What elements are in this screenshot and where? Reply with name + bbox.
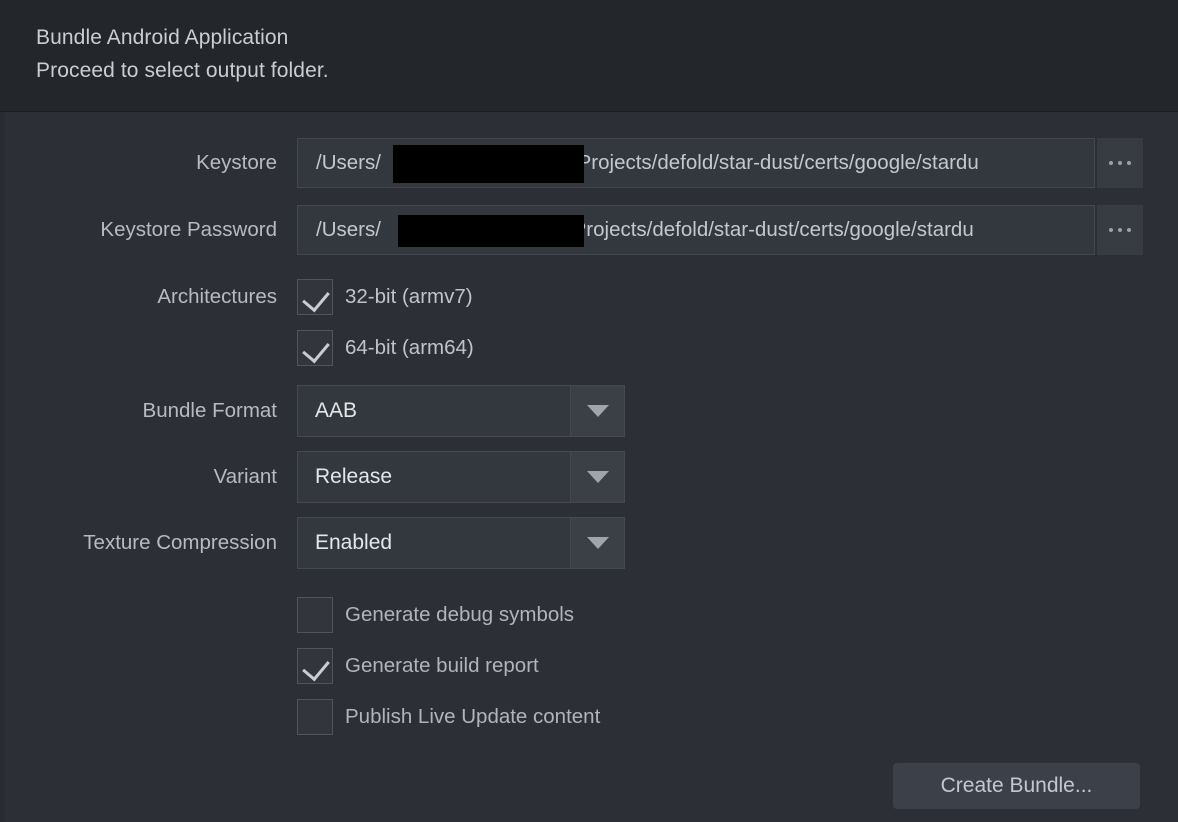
- keystore-value-suffix: /Projects/defold/star-dust/certs/google/…: [571, 150, 979, 174]
- checkbox-generate-build-report-label: Generate build report: [345, 654, 539, 677]
- keystore-password-label: Keystore Password: [100, 218, 277, 241]
- texture-compression-select[interactable]: Enabled: [297, 517, 625, 569]
- variant-value: Release: [315, 465, 393, 488]
- keystore-password-value-prefix: /Users/: [316, 217, 381, 241]
- variant-label: Variant: [213, 465, 277, 488]
- checkbox-generate-build-report[interactable]: Generate build report: [297, 648, 539, 684]
- variant-row: Variant Release: [0, 451, 1178, 503]
- ellipsis-dot-icon: [1109, 161, 1113, 165]
- checkbox-armv7-box[interactable]: [297, 279, 333, 315]
- dialog-header: Bundle Android Application Proceed to se…: [0, 0, 1178, 112]
- dialog-subtitle: Proceed to select output folder.: [36, 59, 329, 82]
- keystore-field-group: /Users/ /Projects/defold/star-dust/certs…: [297, 138, 1143, 188]
- checkbox-generate-debug-symbols-box[interactable]: [297, 597, 333, 633]
- texture-compression-chevron[interactable]: [570, 518, 624, 568]
- checkbox-publish-live-update-label: Publish Live Update content: [345, 705, 601, 728]
- checkbox-arm64-box[interactable]: [297, 330, 333, 366]
- dialog-title: Bundle Android Application: [36, 26, 289, 49]
- ellipsis-dot-icon: [1127, 228, 1131, 232]
- keystore-password-redaction-bar: [398, 215, 584, 247]
- ellipsis-dot-icon: [1109, 228, 1113, 232]
- keystore-browse-button[interactable]: [1097, 138, 1143, 188]
- checkbox-publish-live-update-box[interactable]: [297, 699, 333, 735]
- checkbox-armv7[interactable]: 32-bit (armv7): [297, 279, 473, 315]
- bundle-format-select[interactable]: AAB: [297, 385, 625, 437]
- chevron-down-icon: [586, 471, 609, 483]
- bundle-format-control: AAB: [297, 385, 625, 437]
- texture-compression-control: Enabled: [297, 517, 625, 569]
- keystore-password-input[interactable]: /Users/ /Projects/defold/star-dust/certs…: [297, 205, 1095, 255]
- texture-compression-row: Texture Compression Enabled: [0, 517, 1178, 569]
- keystore-label: Keystore: [196, 151, 277, 174]
- keystore-row: Keystore /Users/ /Projects/defold/star-d…: [0, 138, 1178, 188]
- architectures-row-arm64: 64-bit (arm64): [0, 330, 1178, 366]
- checkbox-arm64-label: 64-bit (arm64): [345, 336, 474, 359]
- ellipsis-dot-icon: [1118, 161, 1122, 165]
- variant-chevron[interactable]: [570, 452, 624, 502]
- bundle-format-label: Bundle Format: [142, 399, 277, 422]
- texture-compression-value: Enabled: [315, 531, 393, 554]
- keystore-control: /Users/ /Projects/defold/star-dust/certs…: [297, 138, 1143, 188]
- dialog-form: Keystore /Users/ /Projects/defold/star-d…: [0, 113, 1178, 822]
- bundle-format-value: AAB: [315, 399, 358, 422]
- architectures-label: Architectures: [157, 285, 277, 308]
- checkbox-generate-build-report-box[interactable]: [297, 648, 333, 684]
- ellipsis-dot-icon: [1127, 161, 1131, 165]
- checkbox-generate-debug-symbols-label: Generate debug symbols: [345, 603, 575, 626]
- texture-compression-label: Texture Compression: [83, 531, 277, 554]
- keystore-password-browse-button[interactable]: [1097, 205, 1143, 255]
- create-bundle-button[interactable]: Create Bundle...: [893, 763, 1140, 809]
- checkbox-publish-live-update[interactable]: Publish Live Update content: [297, 699, 600, 735]
- bundle-format-row: Bundle Format AAB: [0, 385, 1178, 437]
- variant-select[interactable]: Release: [297, 451, 625, 503]
- bundle-format-chevron[interactable]: [570, 386, 624, 436]
- keystore-password-row: Keystore Password /Users/ /Projects/defo…: [0, 205, 1178, 255]
- checkbox-arm64[interactable]: 64-bit (arm64): [297, 330, 474, 366]
- architectures-row-armv7: Architectures 32-bit (armv7): [0, 279, 1178, 315]
- keystore-value-prefix: /Users/: [316, 150, 381, 174]
- keystore-password-control: /Users/ /Projects/defold/star-dust/certs…: [297, 205, 1143, 255]
- chevron-down-icon: [586, 537, 609, 549]
- variant-control: Release: [297, 451, 625, 503]
- architecture-armv7-control: 32-bit (armv7): [297, 279, 473, 315]
- checkbox-armv7-label: 32-bit (armv7): [345, 285, 473, 308]
- keystore-password-field-group: /Users/ /Projects/defold/star-dust/certs…: [297, 205, 1143, 255]
- chevron-down-icon: [586, 405, 609, 417]
- architecture-arm64-control: 64-bit (arm64): [297, 330, 474, 366]
- checkbox-generate-debug-symbols[interactable]: Generate debug symbols: [297, 597, 574, 633]
- ellipsis-dot-icon: [1118, 228, 1122, 232]
- keystore-password-value-suffix: /Projects/defold/star-dust/certs/google/…: [566, 217, 974, 241]
- keystore-input[interactable]: /Users/ /Projects/defold/star-dust/certs…: [297, 138, 1095, 188]
- keystore-redaction-bar: [393, 145, 584, 183]
